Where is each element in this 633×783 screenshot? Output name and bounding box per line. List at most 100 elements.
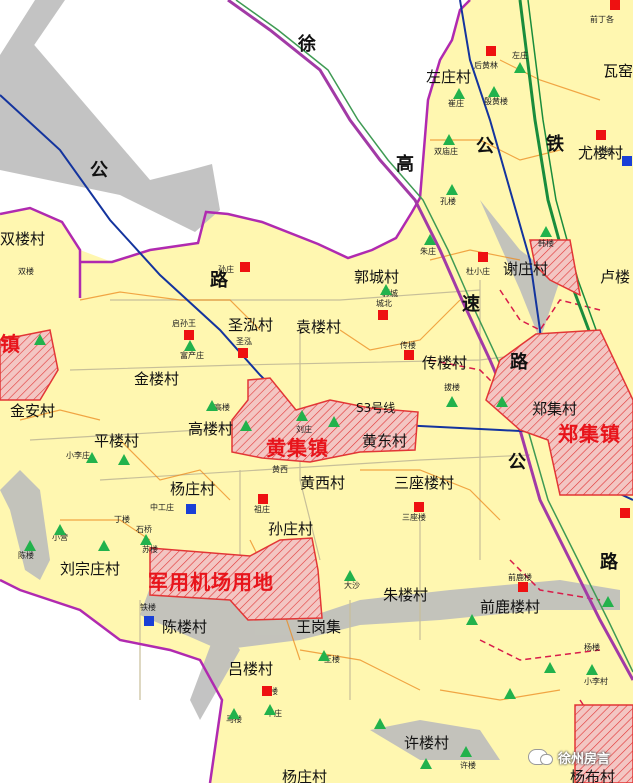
village-label: 王岗集	[296, 618, 342, 636]
school-marker	[54, 524, 66, 535]
village-label: 双楼村	[0, 230, 46, 248]
school-marker	[34, 334, 46, 345]
place-label: 石桥	[136, 525, 152, 534]
school-marker	[240, 420, 252, 431]
school-marker	[443, 134, 455, 145]
village-label: 孙庄村	[268, 520, 314, 538]
village-label: 杨庄村	[170, 480, 216, 498]
place-label: 祖庄	[254, 505, 270, 514]
town-label-zhengji: 郑集镇	[558, 422, 621, 446]
place-label: 双庙庄	[434, 147, 458, 156]
road-label-lu-mid: 路	[510, 352, 528, 373]
place-label: 双楼	[18, 267, 34, 276]
village-seat-marker	[620, 508, 630, 518]
place-label: 传楼	[400, 341, 416, 350]
school-marker	[86, 452, 98, 463]
map-base	[0, 0, 633, 783]
place-label: 小营	[52, 533, 68, 542]
expressway-label-lu: 路	[600, 552, 618, 573]
map-canvas: 徐 高 速 公 路 公 路 公 路 铁 S3号线 黄集镇 郑集镇 军用机场用地 …	[0, 0, 633, 783]
village-label: 镇	[0, 332, 21, 356]
village-label: 平楼村	[94, 432, 140, 450]
place-label: 城北	[376, 299, 392, 308]
place-label: 孙庄	[218, 265, 234, 274]
village-label: 许楼村	[404, 734, 450, 752]
expressway-label-gao: 高	[396, 154, 414, 175]
place-label: 杜小庄	[466, 267, 490, 276]
village-seat-marker	[184, 330, 194, 340]
wechat-icon	[528, 749, 553, 765]
school-marker	[374, 718, 386, 729]
village-seat-marker	[414, 502, 424, 512]
village-seat-marker	[596, 130, 606, 140]
place-label: 黄西	[272, 465, 288, 474]
road-label-gong-west: 公	[90, 160, 108, 181]
village-label: 郑集村	[532, 400, 578, 418]
watermark: 徐州房言	[528, 743, 632, 771]
village-label: 黄东村	[362, 432, 408, 450]
expressway-label-xu: 徐	[298, 34, 316, 55]
place-label: 朱庄	[420, 247, 436, 256]
village-label: 前鹿楼村	[480, 598, 541, 616]
place-label: 中工庄	[150, 503, 174, 512]
school-marker	[446, 184, 458, 195]
village-seat-marker	[238, 348, 248, 358]
place-label: 圣泓	[236, 337, 252, 346]
school-marker	[206, 400, 218, 411]
road-label-gong-upper: 公	[476, 136, 494, 157]
place-label: 小李村	[584, 677, 608, 686]
place-label: 拔楼	[444, 383, 460, 392]
village-label: 左庄村	[426, 68, 472, 86]
school-marker	[118, 454, 130, 465]
village-label: 郭城村	[354, 268, 400, 286]
school-marker	[344, 570, 356, 581]
village-label: 杨布村	[570, 768, 616, 783]
place-label: 左庄	[512, 51, 528, 60]
village-seat-marker	[486, 46, 496, 56]
village-label: 卢楼	[600, 268, 631, 286]
village-label: 三座楼村	[394, 474, 455, 492]
rail-label: 铁	[546, 134, 564, 155]
school-marker	[98, 540, 110, 551]
airport-label: 军用机场用地	[148, 570, 274, 594]
place-label: 前丁各	[590, 15, 614, 24]
village-label: 金安村	[10, 402, 56, 420]
school-marker	[140, 534, 152, 545]
village-label: 圣泓村	[228, 316, 274, 334]
school-marker	[24, 540, 36, 551]
village-seat-marker	[378, 310, 388, 320]
school-marker	[540, 226, 552, 237]
factory-marker	[186, 504, 196, 514]
village-seat-marker	[404, 350, 414, 360]
village-seat-marker	[478, 252, 488, 262]
school-marker	[586, 664, 598, 675]
village-label: 谢庄村	[503, 260, 549, 278]
place-label: 韩楼	[538, 239, 554, 248]
village-seat-marker	[258, 494, 268, 504]
place-label: 殷黄楼	[484, 97, 508, 106]
school-marker	[228, 708, 240, 719]
place-label: 三座楼	[402, 513, 426, 522]
place-label: 许楼	[460, 761, 476, 770]
village-seat-marker	[262, 686, 272, 696]
place-label: 杨楼	[584, 643, 600, 652]
place-label: 启孙王	[172, 319, 196, 328]
place-label: 陈楼	[18, 551, 34, 560]
watermark-text: 徐州房言	[558, 751, 611, 767]
school-marker	[453, 88, 465, 99]
school-marker	[380, 284, 392, 295]
s3-line-label: S3号线	[356, 401, 396, 415]
village-label: 杨庄村	[282, 768, 328, 783]
village-label: 传楼村	[422, 354, 468, 372]
place-label: 富产庄	[180, 351, 204, 360]
place-label: 前鹿楼	[508, 573, 532, 582]
school-marker	[420, 758, 432, 769]
school-marker	[496, 396, 508, 407]
place-label: 铁楼	[140, 603, 156, 612]
village-label: 金楼村	[134, 370, 180, 388]
school-marker	[318, 650, 330, 661]
town-label-huangji: 黄集镇	[266, 436, 329, 460]
village-label: 朱楼村	[383, 586, 429, 604]
expressway-label-gong: 公	[508, 452, 526, 473]
place-label: 刘庄	[296, 425, 312, 434]
